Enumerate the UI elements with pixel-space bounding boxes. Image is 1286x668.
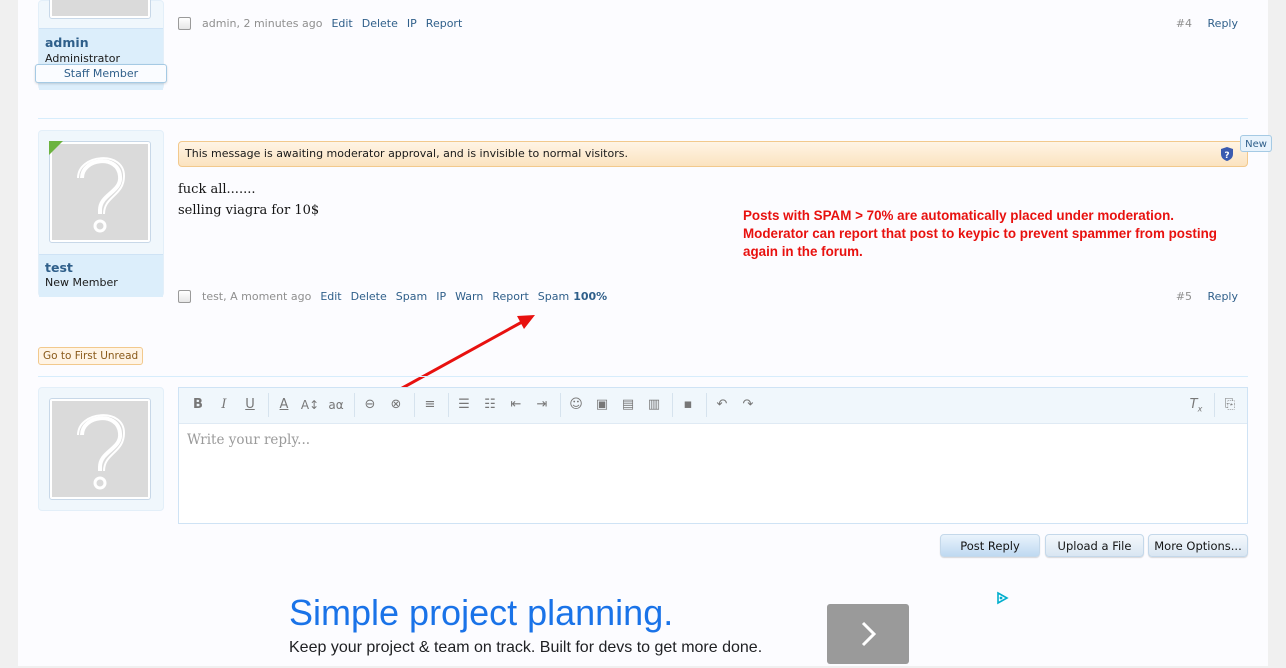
post-number[interactable]: #4 <box>1176 17 1192 30</box>
public-controls: #4 Reply <box>1176 17 1238 30</box>
avatar[interactable] <box>49 398 151 500</box>
online-indicator-icon <box>49 141 63 155</box>
ad-subtitle[interactable]: Keep your project & team on track. Built… <box>289 639 762 657</box>
post-reply-button[interactable]: Post Reply <box>940 534 1040 557</box>
undo-icon[interactable]: ↶ <box>712 395 732 415</box>
staff-banner: Staff Member <box>35 64 167 83</box>
reply-textarea[interactable]: Write your reply... <box>187 432 310 448</box>
save-draft-icon[interactable]: ▪ <box>678 395 698 415</box>
public-controls: #5 Reply <box>1176 290 1238 303</box>
ip-link[interactable]: IP <box>407 17 417 30</box>
spam-link[interactable]: Spam <box>396 290 427 303</box>
delete-link[interactable]: Delete <box>362 17 398 30</box>
page <box>18 0 1268 666</box>
annotation-line: again in the forum. <box>743 244 863 259</box>
align-icon[interactable]: ≡ <box>420 395 440 415</box>
user-panel-test: test New Member <box>38 130 164 297</box>
quick-reply-avatar-panel <box>38 387 164 511</box>
moderation-shield-icon: ? <box>1221 147 1233 161</box>
redo-icon[interactable]: ↷ <box>738 395 758 415</box>
section-separator <box>38 376 1248 377</box>
svg-text:?: ? <box>1224 151 1229 161</box>
report-link[interactable]: Report <box>426 17 462 30</box>
adchoices-icon[interactable] <box>995 591 1009 605</box>
default-avatar-icon <box>77 414 126 490</box>
advertisement[interactable]: Simple project planning. Keep your proje… <box>281 590 1010 666</box>
reply-link[interactable]: Reply <box>1208 17 1238 30</box>
avatar[interactable] <box>49 0 151 19</box>
moderation-notice: This message is awaiting moderator appro… <box>178 141 1248 167</box>
media-icon[interactable]: ▤ <box>618 395 638 415</box>
select-checkbox[interactable] <box>178 17 191 30</box>
user-title: New Member <box>45 276 118 289</box>
ip-link[interactable]: IP <box>436 290 446 303</box>
report-link[interactable]: Report <box>492 290 528 303</box>
delete-link[interactable]: Delete <box>351 290 387 303</box>
font-family-icon[interactable]: aα <box>326 395 346 415</box>
bold-icon[interactable]: B <box>188 395 208 415</box>
message-line: selling viagra for 10$ <box>178 203 320 218</box>
select-checkbox[interactable] <box>178 290 191 303</box>
message-body: fuck all....... selling viagra for 10$ <box>178 179 319 221</box>
quote-icon[interactable]: ▥ <box>644 395 664 415</box>
new-post-tag: New <box>1240 135 1272 152</box>
moderation-text: This message is awaiting moderator appro… <box>185 147 628 160</box>
message-meta: admin, 2 minutes ago Edit Delete IP Repo… <box>178 17 462 30</box>
indent-icon[interactable]: ⇥ <box>532 395 552 415</box>
font-size-icon[interactable]: A↕ <box>300 395 320 415</box>
smilies-icon[interactable]: ☺ <box>566 395 586 415</box>
post-separator <box>38 118 1248 119</box>
edit-link[interactable]: Edit <box>331 17 352 30</box>
reply-link[interactable]: Reply <box>1208 290 1238 303</box>
message-meta: test, A moment ago Edit Delete Spam IP W… <box>178 290 607 303</box>
annotation-text: Posts with SPAM > 70% are automatically … <box>743 207 1217 261</box>
more-options-button[interactable]: More Options... <box>1148 534 1248 557</box>
reply-editor: B I U A A↕ aα ⊖ ⊗ ≡ ☰ ☷ ⇤ ⇥ ☺ ▣ ▤ ▥ ▪ ↶ … <box>178 387 1248 524</box>
chevron-right-icon <box>861 621 877 647</box>
italic-icon[interactable]: I <box>214 395 234 415</box>
author-time[interactable]: admin, 2 minutes ago <box>202 17 322 30</box>
default-avatar-icon <box>77 157 126 233</box>
upload-file-button[interactable]: Upload a File <box>1045 534 1144 557</box>
go-to-first-unread-button[interactable]: Go to First Unread <box>38 347 144 365</box>
edit-link[interactable]: Edit <box>320 290 341 303</box>
ad-title[interactable]: Simple project planning. <box>289 592 673 634</box>
username-link[interactable]: admin <box>45 35 89 50</box>
unlink-icon[interactable]: ⊗ <box>386 395 406 415</box>
remove-formatting-icon[interactable]: Tx <box>1186 395 1206 415</box>
ad-arrow-button[interactable] <box>827 604 909 664</box>
bullet-list-icon[interactable]: ☰ <box>454 395 474 415</box>
font-color-icon[interactable]: A <box>274 395 294 415</box>
link-icon[interactable]: ⊖ <box>360 395 380 415</box>
editor-toolbar: B I U A A↕ aα ⊖ ⊗ ≡ ☰ ☷ ⇤ ⇥ ☺ ▣ ▤ ▥ ▪ ↶ … <box>179 388 1247 424</box>
numbered-list-icon[interactable]: ☷ <box>480 395 500 415</box>
spam-score-value: 100% <box>573 290 608 303</box>
warn-link[interactable]: Warn <box>455 290 483 303</box>
annotation-line: Posts with SPAM > 70% are automatically … <box>743 208 1174 223</box>
annotation-line: Moderator can report that post to keypic… <box>743 226 1217 241</box>
avatar[interactable] <box>49 141 151 243</box>
underline-icon[interactable]: U <box>240 395 260 415</box>
user-panel-admin: admin Administrator Staff Member <box>35 0 167 90</box>
toggle-bbcode-icon[interactable]: ⎘ <box>1220 395 1240 415</box>
username-link[interactable]: test <box>45 260 73 275</box>
outdent-icon[interactable]: ⇤ <box>506 395 526 415</box>
image-icon[interactable]: ▣ <box>592 395 612 415</box>
message-line: fuck all....... <box>178 182 256 197</box>
post-number[interactable]: #5 <box>1176 290 1192 303</box>
spam-score-label: Spam <box>537 290 570 303</box>
author-time[interactable]: test, A moment ago <box>202 290 311 303</box>
